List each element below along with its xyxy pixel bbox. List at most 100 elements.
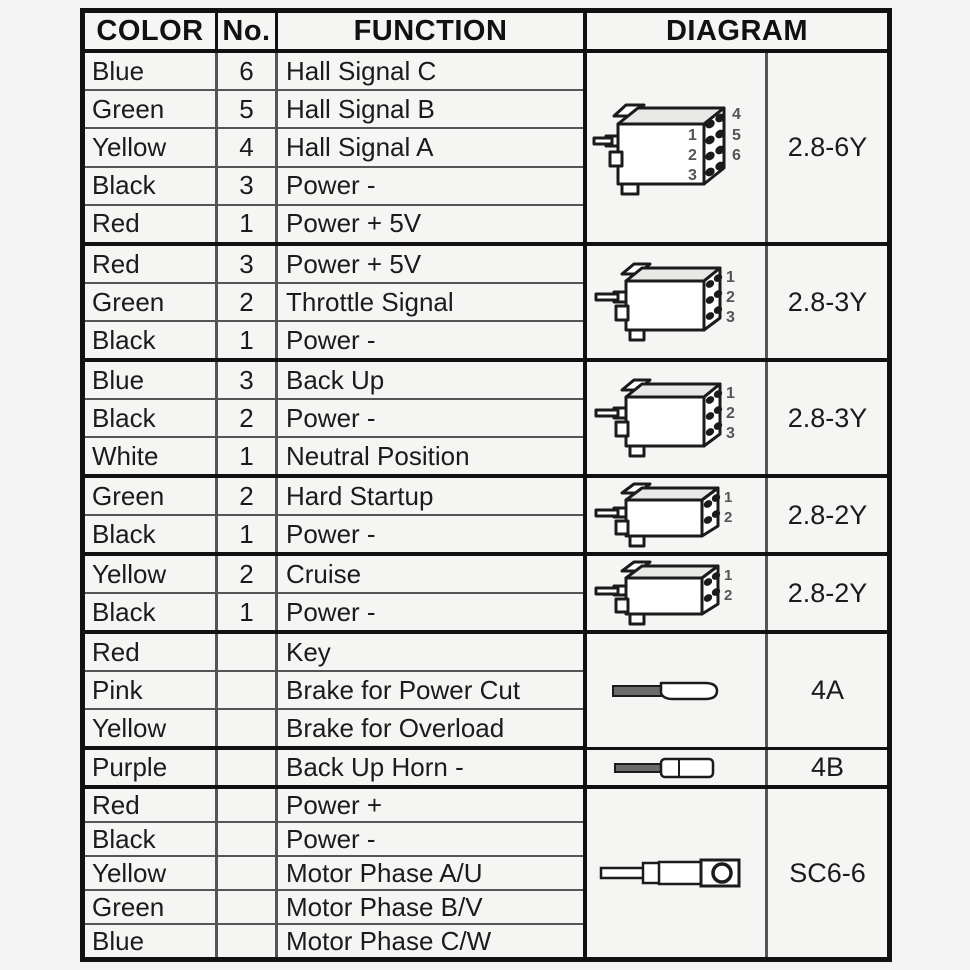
- cell-color: Blue: [92, 55, 145, 86]
- cell-color: Yellow: [92, 558, 167, 589]
- diagram-column: 1 2 3 4 5 6 2.8-6Y 1 2 3 2.8-3Y 1 2 3 2.…: [583, 53, 887, 957]
- connector-code: SC6-6: [765, 789, 887, 957]
- cell-number: [215, 789, 275, 821]
- table-row[interactable]: Purple Back Up Horn -: [85, 750, 583, 785]
- cell-number: 2: [215, 400, 275, 436]
- connector-6pin-icon: 1 2 3 4 5 6: [592, 103, 741, 195]
- cell-color: Green: [92, 480, 165, 511]
- table-row[interactable]: White 1 Neutral Position: [85, 438, 583, 474]
- cell-number: 5: [215, 91, 275, 128]
- pin-label-2: 2: [726, 405, 735, 422]
- diagram-group-sc6-6: SC6-6: [587, 789, 887, 957]
- table-row[interactable]: Yellow Motor Phase A/U: [85, 857, 583, 891]
- pin-label-1: 1: [726, 269, 735, 286]
- table-row[interactable]: Red 1 Power + 5V: [85, 205, 583, 243]
- table-row[interactable]: Red 3 Power + 5V: [85, 246, 583, 284]
- cell-function: Back Up: [275, 362, 583, 398]
- row-group-2-8-3y-throttle: Red 3 Power + 5V Green 2 Throttle Signal…: [85, 246, 583, 362]
- table-row[interactable]: Blue 3 Back Up: [85, 362, 583, 400]
- pin-label-6: 6: [732, 147, 741, 164]
- table-row[interactable]: Green 2 Hard Startup: [85, 478, 583, 516]
- cell-number: 2: [215, 556, 275, 592]
- cell-function: Cruise: [275, 556, 583, 592]
- table-row[interactable]: Black 3 Power -: [85, 167, 583, 206]
- cell-function: Power -: [275, 167, 583, 204]
- cell-color: Black: [92, 518, 156, 549]
- cell-function: Power -: [275, 823, 583, 855]
- cell-color: White: [92, 440, 159, 471]
- connector-code: 2.8-2Y: [765, 478, 887, 552]
- pin-label-2: 2: [688, 147, 697, 164]
- cell-number: [215, 823, 275, 855]
- table-row[interactable]: Black 1 Power -: [85, 516, 583, 552]
- table-row[interactable]: Yellow 2 Cruise: [85, 556, 583, 594]
- cell-function: Motor Phase C/W: [275, 925, 583, 957]
- ring-terminal-icon: [599, 858, 741, 888]
- connector-3pin-illustration: 1 2 3: [587, 362, 765, 474]
- rows-column: Blue 6 Hall Signal C Green 5 Hall Signal…: [85, 53, 583, 957]
- connector-code: 2.8-6Y: [765, 53, 887, 242]
- table-row[interactable]: Green 2 Throttle Signal: [85, 284, 583, 322]
- cell-number: 1: [215, 438, 275, 474]
- cell-color: Green: [92, 891, 165, 922]
- cell-color: Blue: [92, 364, 145, 395]
- table-header-row: COLOR No. FUNCTION DIAGRAM: [85, 13, 887, 53]
- table-row[interactable]: Red Power +: [85, 789, 583, 823]
- cell-function: Brake for Overload: [275, 710, 583, 746]
- row-group-2-8-2y-hard-startup: Green 2 Hard Startup Black 1 Power -: [85, 478, 583, 556]
- row-group-4b: Purple Back Up Horn -: [85, 750, 583, 789]
- cell-function: Power + 5V: [275, 205, 583, 243]
- diagram-group-2-8-2y-hard-startup: 1 2 2.8-2Y: [587, 478, 887, 556]
- table-row[interactable]: Red Key: [85, 634, 583, 672]
- cell-number: 1: [215, 516, 275, 552]
- connector-code: 2.8-3Y: [765, 246, 887, 358]
- cell-number: 2: [215, 284, 275, 320]
- connector-2pin-illustration: 1 2: [587, 556, 765, 630]
- connector-2pin-illustration: 1 2: [587, 478, 765, 552]
- cell-color: Red: [92, 789, 140, 820]
- cell-number: [215, 857, 275, 889]
- table-row[interactable]: Pink Brake for Power Cut: [85, 672, 583, 710]
- connector-code: 4B: [765, 750, 887, 785]
- cell-function: Power + 5V: [275, 246, 583, 282]
- table-row[interactable]: Black 2 Power -: [85, 400, 583, 438]
- terminal-spade-illustration: [587, 634, 765, 747]
- cell-function: Hall Signal B: [275, 91, 583, 128]
- table-row[interactable]: Black 1 Power -: [85, 322, 583, 358]
- cell-function: Hard Startup: [275, 478, 583, 514]
- diagram-group-2-8-2y-cruise: 1 2 2.8-2Y: [587, 556, 887, 634]
- connector-3pin-icon: 1 2 3: [594, 262, 735, 342]
- table-row[interactable]: Blue Motor Phase C/W: [85, 925, 583, 957]
- connector-code: 2.8-2Y: [765, 556, 887, 630]
- table-row[interactable]: Green 5 Hall Signal B: [85, 91, 583, 130]
- table-body: Blue 6 Hall Signal C Green 5 Hall Signal…: [85, 53, 887, 957]
- cell-number: 1: [215, 205, 275, 243]
- cell-color: Green: [92, 286, 165, 317]
- pin-label-3: 3: [726, 309, 735, 326]
- cell-function: Power +: [275, 789, 583, 821]
- column-header-color: COLOR: [96, 14, 204, 47]
- terminal-bullet-illustration: [587, 750, 765, 785]
- cell-number: 3: [215, 246, 275, 282]
- table-row[interactable]: Green Motor Phase B/V: [85, 891, 583, 925]
- column-header-diagram: DIAGRAM: [583, 13, 887, 49]
- cell-number: 3: [215, 362, 275, 398]
- cell-function: Motor Phase B/V: [275, 891, 583, 923]
- diagram-group-2-8-3y-throttle: 1 2 3 2.8-3Y: [587, 246, 887, 362]
- cell-function: Hall Signal A: [275, 129, 583, 166]
- cell-number: [215, 710, 275, 746]
- row-group-4a: Red Key Pink Brake for Power Cut Yellow …: [85, 634, 583, 750]
- flat-spade-terminal-icon: [612, 681, 719, 700]
- cell-color: Black: [92, 402, 156, 433]
- table-row[interactable]: Black Power -: [85, 823, 583, 857]
- table-row[interactable]: Black 1 Power -: [85, 594, 583, 630]
- table-row[interactable]: Blue 6 Hall Signal C: [85, 53, 583, 92]
- table-row[interactable]: Yellow 4 Hall Signal A: [85, 129, 583, 168]
- cell-number: [215, 634, 275, 670]
- pin-label-1: 1: [724, 489, 732, 506]
- cell-color: Black: [92, 170, 156, 201]
- table-row[interactable]: Yellow Brake for Overload: [85, 710, 583, 746]
- cell-color: Green: [92, 93, 165, 124]
- cell-color: Red: [92, 248, 140, 279]
- cell-color: Red: [92, 636, 140, 667]
